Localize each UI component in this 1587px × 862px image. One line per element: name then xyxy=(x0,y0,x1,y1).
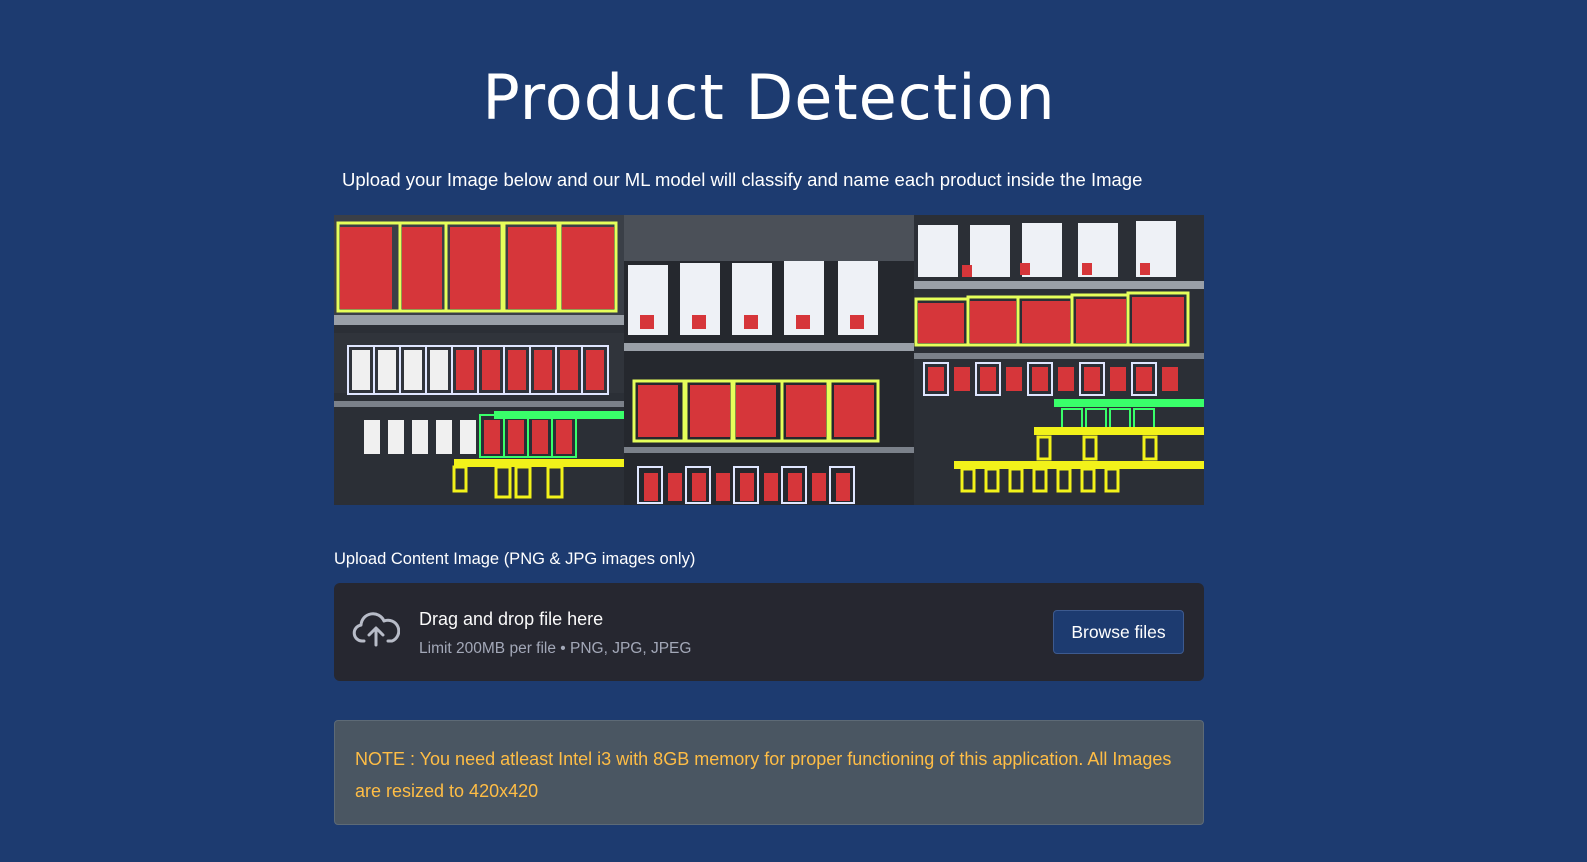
vending-shelf-detection-3 xyxy=(914,215,1204,505)
page-title: Product Detection xyxy=(482,61,1056,134)
page-subtitle: Upload your Image below and our ML model… xyxy=(342,169,1143,190)
dropzone-limit-text: Limit 200MB per file • PNG, JPG, JPEG xyxy=(419,640,692,657)
cloud-upload-icon xyxy=(352,612,400,647)
vending-shelf-detection-1 xyxy=(334,215,624,505)
browse-files-button[interactable]: Browse files xyxy=(1053,610,1184,654)
vending-shelf-detection-2 xyxy=(624,215,914,505)
upload-label: Upload Content Image (PNG & JPG images o… xyxy=(334,550,696,568)
file-dropzone[interactable]: Drag and drop file here Limit 200MB per … xyxy=(334,583,1204,681)
detection-gallery xyxy=(334,215,1204,505)
note-alert: NOTE : You need atleast Intel i3 with 8G… xyxy=(334,720,1204,825)
dropzone-instruction: Drag and drop file here xyxy=(419,609,604,629)
app-page: Product Detection Upload your Image belo… xyxy=(0,0,1587,862)
